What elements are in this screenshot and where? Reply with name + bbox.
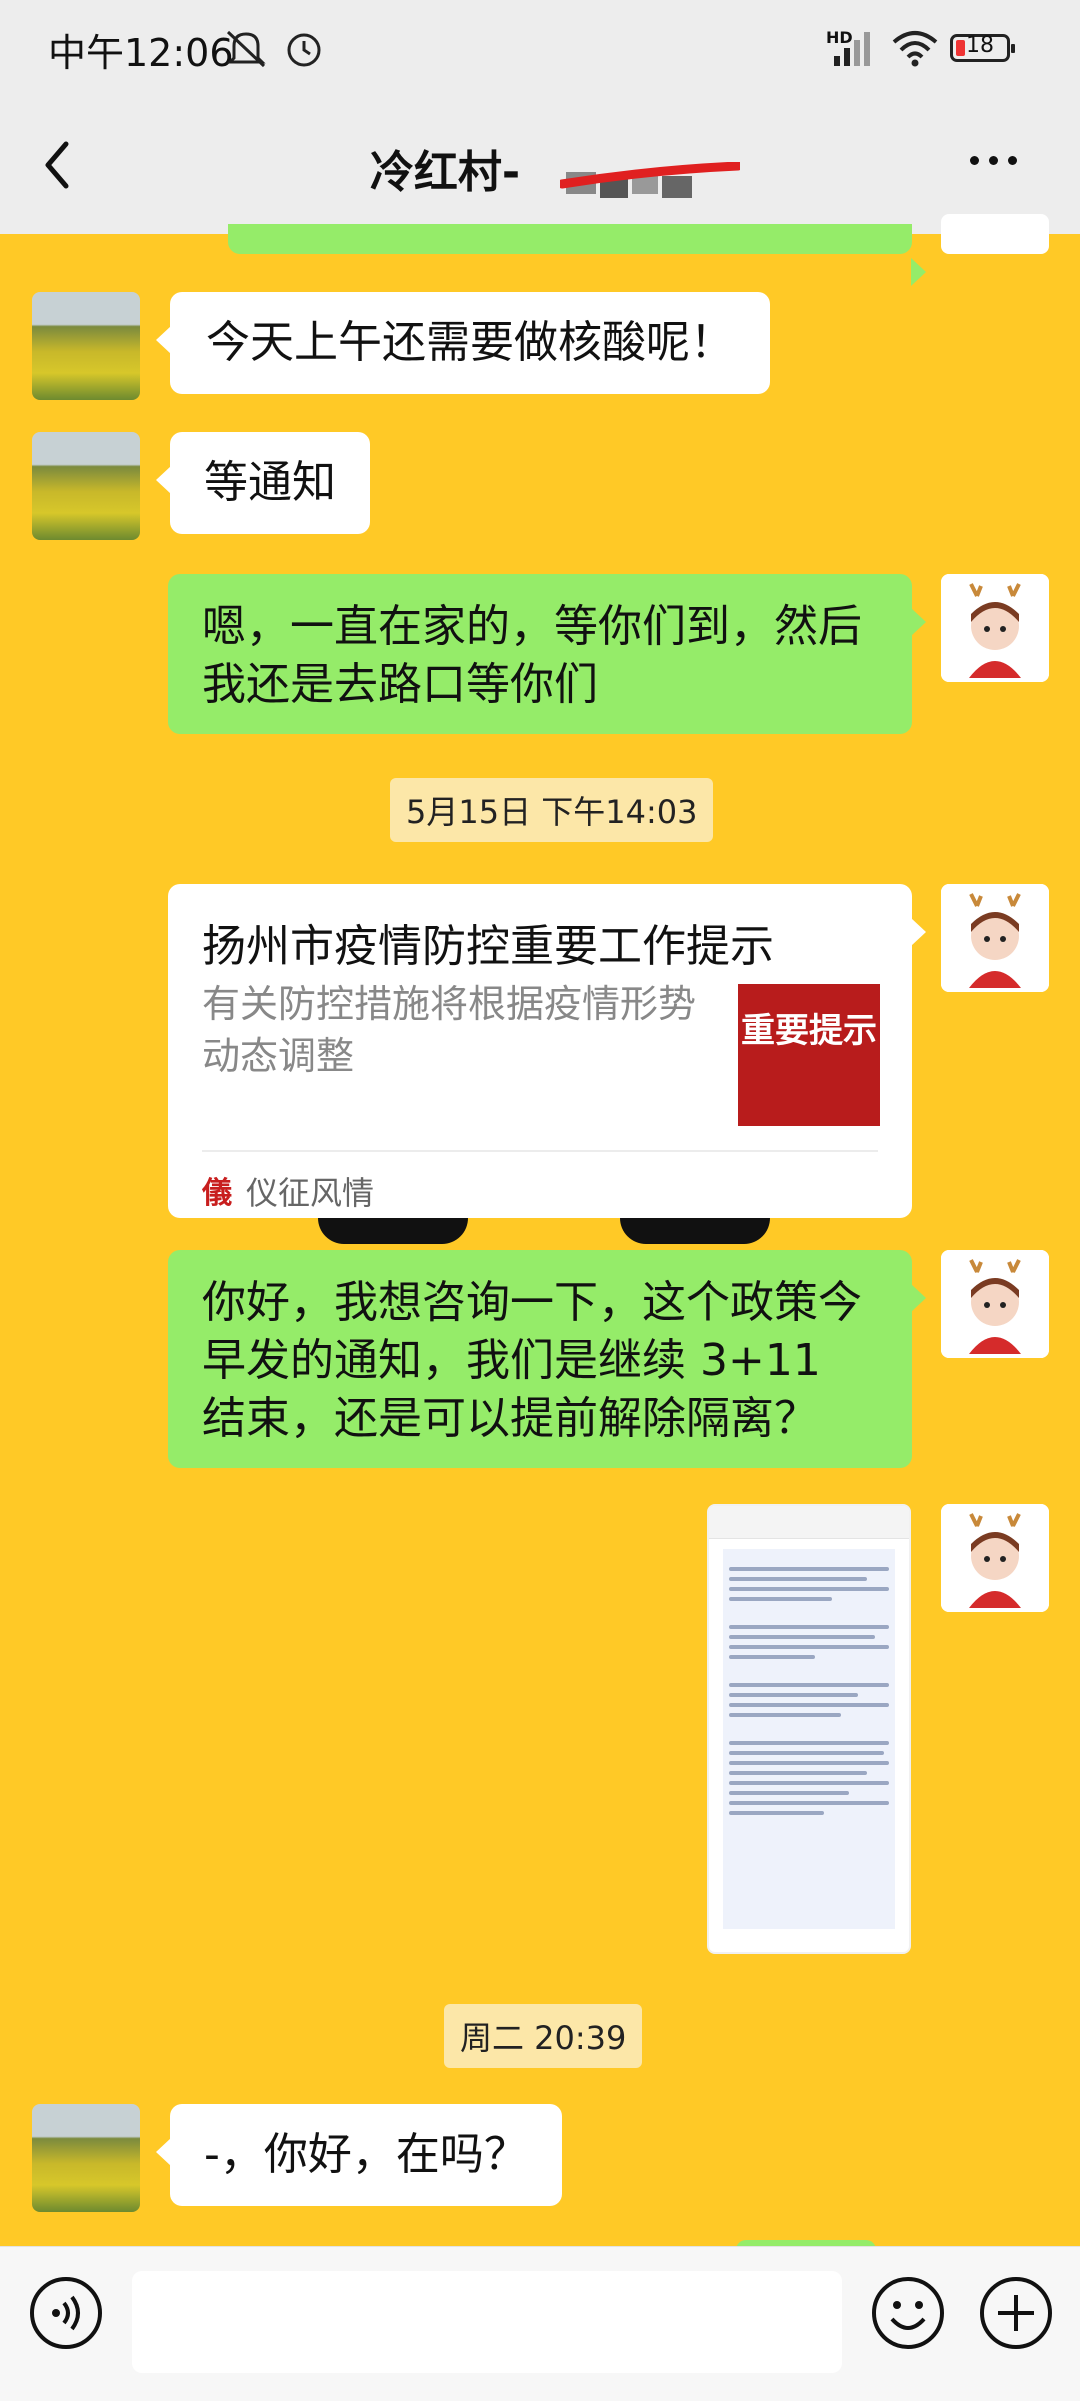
- dot-icon: [1008, 156, 1017, 165]
- message-bubble[interactable]: 你好，我想咨询一下，这个政策今早发的通知，我们是继续 3+11 结束，还是可以提…: [168, 1250, 926, 1468]
- card-divider: [202, 1150, 878, 1152]
- battery-indicator: 18: [950, 33, 1015, 62]
- message-text: -，你好，在吗？: [204, 2129, 528, 2180]
- link-card[interactable]: 扬州市疫情防控重要工作提示 有关防控措施将根据疫情形势动态调整 重要提示 儀 仪…: [168, 884, 926, 1218]
- message-bubble[interactable]: 今天上午还需要做核酸呢！: [156, 292, 770, 394]
- card-title: 扬州市疫情防控重要工作提示: [202, 921, 774, 972]
- more-options-button[interactable]: [970, 150, 1040, 180]
- chat-area[interactable]: 今天上午还需要做核酸呢！ 等通知 嗯，一直在家的，等你们到，然后我还是去路口等你…: [0, 214, 1080, 1468]
- plus-icon[interactable]: [978, 2275, 1054, 2351]
- dot-icon: [989, 156, 998, 165]
- message-text: 你好，我想咨询一下，这个政策今早发的通知，我们是继续 3+11 结束，还是可以提…: [202, 1277, 862, 1444]
- battery-level: 18: [966, 33, 994, 58]
- status-bar: 中午12:06 HD 18: [0, 0, 1080, 100]
- avatar-self[interactable]: [941, 884, 1049, 992]
- chat-header: 冷红村-: [0, 100, 1080, 234]
- background-decoration: [620, 1218, 770, 1244]
- message-input[interactable]: [132, 2271, 842, 2373]
- message-text: 嗯，一直在家的，等你们到，然后我还是去路口等你们: [202, 601, 862, 710]
- message-text: 等通知: [204, 457, 336, 508]
- card-source: 仪征风情: [246, 1174, 375, 1212]
- chat-title: 冷红村-: [0, 136, 1080, 200]
- wifi-icon: [892, 31, 938, 67]
- battery-fill: [956, 40, 965, 56]
- chat-title-text: 冷红村-: [369, 147, 521, 198]
- message-bubble-partial: [228, 224, 926, 286]
- message-bubble[interactable]: 等通知: [156, 432, 370, 534]
- message-bubble[interactable]: -，你好，在吗？: [156, 2104, 562, 2206]
- signal-icon: [834, 32, 870, 66]
- background-decoration: [318, 1218, 468, 1244]
- mute-bell-icon: [226, 30, 266, 68]
- avatar-contact[interactable]: [32, 432, 140, 540]
- card-thumbnail: 重要提示: [738, 984, 880, 1126]
- alarm-icon: [287, 33, 321, 67]
- message-text: 今天上午还需要做核酸呢！: [206, 317, 734, 368]
- avatar-self[interactable]: [941, 1504, 1049, 1612]
- image-thumbnail-header: [709, 1506, 909, 1539]
- image-message[interactable]: [707, 1504, 911, 1954]
- card-description: 有关防控措施将根据疫情形势动态调整: [202, 982, 697, 1078]
- timestamp: 5月15日 下午14:03: [390, 778, 714, 842]
- redaction-mark: [560, 162, 740, 198]
- dot-icon: [970, 156, 979, 165]
- status-time: 中午12:06: [48, 31, 234, 75]
- voice-icon[interactable]: [28, 2275, 104, 2351]
- input-bar: [0, 2246, 1080, 2401]
- avatar-self[interactable]: [941, 574, 1049, 682]
- message-bubble[interactable]: 嗯，一直在家的，等你们到，然后我还是去路口等你们: [168, 574, 926, 734]
- emoji-icon[interactable]: [870, 2275, 946, 2351]
- source-logo-icon: 儀: [202, 1176, 232, 1211]
- avatar-contact[interactable]: [32, 292, 140, 400]
- avatar-self[interactable]: [941, 1250, 1049, 1358]
- image-thumbnail-document: [723, 1549, 895, 1929]
- timestamp: 周二 20:39: [444, 2004, 643, 2068]
- avatar-self[interactable]: [941, 214, 1049, 254]
- avatar-contact[interactable]: [32, 2104, 140, 2212]
